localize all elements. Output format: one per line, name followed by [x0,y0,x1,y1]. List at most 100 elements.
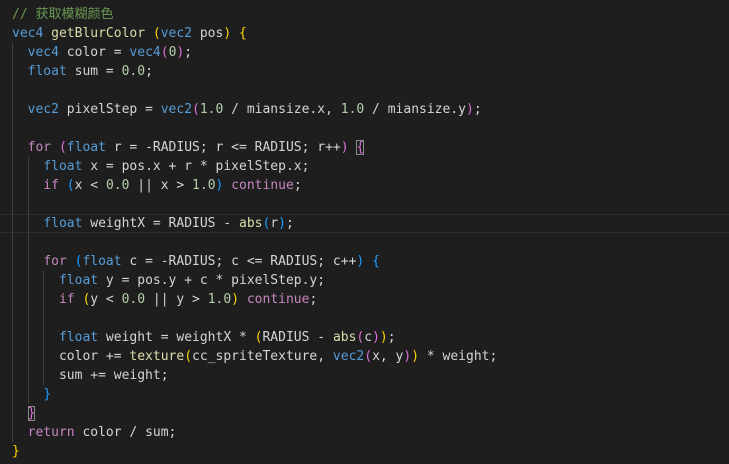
code-function-name: getBlurColor [51,26,146,41]
code-text: y < [90,292,122,307]
code-line[interactable]: float weight = weightX * (RADIUS - abs(c… [0,328,729,347]
code-line[interactable]: vec4 getBlurColor (vec2 pos) { [0,24,729,43]
code-type-keyword: float [27,64,67,79]
code-type-keyword: vec2 [160,26,193,41]
matched-bracket: { [356,140,365,155]
code-function-name: texture [129,349,185,364]
code-control-keyword: for [43,254,67,269]
code-control-keyword: continue [231,178,294,193]
code-type-keyword: float [58,330,99,345]
code-bracket: ) [372,330,380,345]
code-text: weightX = RADIUS - [82,216,239,231]
code-line[interactable]: } [0,404,729,423]
code-text: color += [12,349,130,364]
code-line[interactable]: for (float r = -RADIUS; r <= RADIUS; r++… [0,138,729,157]
code-line[interactable]: float sum = 0.0; [0,62,729,81]
code-area[interactable]: // 获取模糊颜色 vec4 getBlurColor (vec2 pos) { … [0,5,729,461]
code-type-keyword: float [82,254,122,269]
code-bracket: } [12,444,20,459]
code-number: 1.0 [192,178,216,193]
code-bracket: ) [379,330,388,345]
code-line[interactable]: for (float c = -RADIUS; c <= RADIUS; c++… [0,252,729,271]
code-line[interactable]: color += texture(cc_spriteTexture, vec2(… [0,347,729,366]
code-line-current[interactable]: float weightX = RADIUS - abs(r); [0,214,729,233]
code-text: RADIUS - [262,330,333,345]
code-text: color / sum; [74,425,177,440]
code-function-name: abs [239,216,263,231]
code-line[interactable]: return color / sum; [0,423,729,442]
code-text: r = -RADIUS; r <= RADIUS; r++ [105,140,341,155]
code-number: 1.0 [207,292,232,307]
code-type-keyword: vec4 [129,45,161,60]
code-line[interactable]: if (x < 0.0 || x > 1.0) continue; [0,176,729,195]
code-text: ; [145,64,153,79]
code-type-keyword: float [58,273,99,288]
code-text: cc_spriteTexture, [192,349,333,364]
code-bracket: ( [192,102,200,117]
code-bracket: ) [223,26,232,41]
code-bracket: ) [278,216,286,231]
code-text: c = -RADIUS; c <= RADIUS; c++ [121,254,357,269]
code-text: x = pos.x + r * pixelStep.x; [82,159,310,174]
code-line[interactable]: vec2 pixelStep = vec2(1.0 / miansize.x, … [0,100,729,119]
code-line[interactable]: if (y < 0.0 || y > 1.0) continue; [0,290,729,309]
code-function-name: abs [332,330,357,345]
code-text: * weight; [419,349,498,364]
code-type-keyword: float [43,216,83,231]
code-line[interactable] [0,119,729,138]
code-bracket: ( [58,140,67,155]
code-line[interactable]: float y = pos.y + c * pixelStep.y; [0,271,729,290]
code-text: pos [192,26,224,41]
code-editor[interactable]: // 获取模糊颜色 vec4 getBlurColor (vec2 pos) { … [0,0,729,464]
code-text: ; [387,330,396,345]
code-line[interactable]: // 获取模糊颜色 [0,5,729,24]
code-text: || y > [145,292,208,307]
code-line[interactable] [0,195,729,214]
code-line[interactable]: } [0,385,729,404]
code-comment: // 获取模糊颜色 [12,7,114,22]
code-text: ; [309,292,318,307]
code-bracket: ) [465,102,474,117]
code-bracket: { [372,254,380,269]
code-text: ; [293,178,302,193]
code-line[interactable] [0,81,729,100]
code-text: ; [473,102,482,117]
code-text: x < [74,178,106,193]
code-line[interactable]: float x = pos.x + r * pixelStep.x; [0,157,729,176]
code-bracket: ) [231,292,240,307]
code-number: 1.0 [340,102,365,117]
code-line[interactable] [0,233,729,252]
code-line[interactable]: vec4 color = vec4(0); [0,43,729,62]
code-line[interactable] [0,309,729,328]
code-type-keyword: vec2 [27,102,59,117]
code-type-keyword: float [43,159,83,174]
code-bracket: ) [411,349,420,364]
code-line[interactable]: sum += weight; [0,366,729,385]
code-line[interactable]: } [0,442,729,461]
code-text: ; [285,216,294,231]
code-number: 0.0 [121,292,146,307]
code-control-keyword: if [43,178,59,193]
code-text: sum = [66,64,122,79]
code-type-keyword: vec2 [332,349,365,364]
code-type-keyword: vec2 [160,102,193,117]
